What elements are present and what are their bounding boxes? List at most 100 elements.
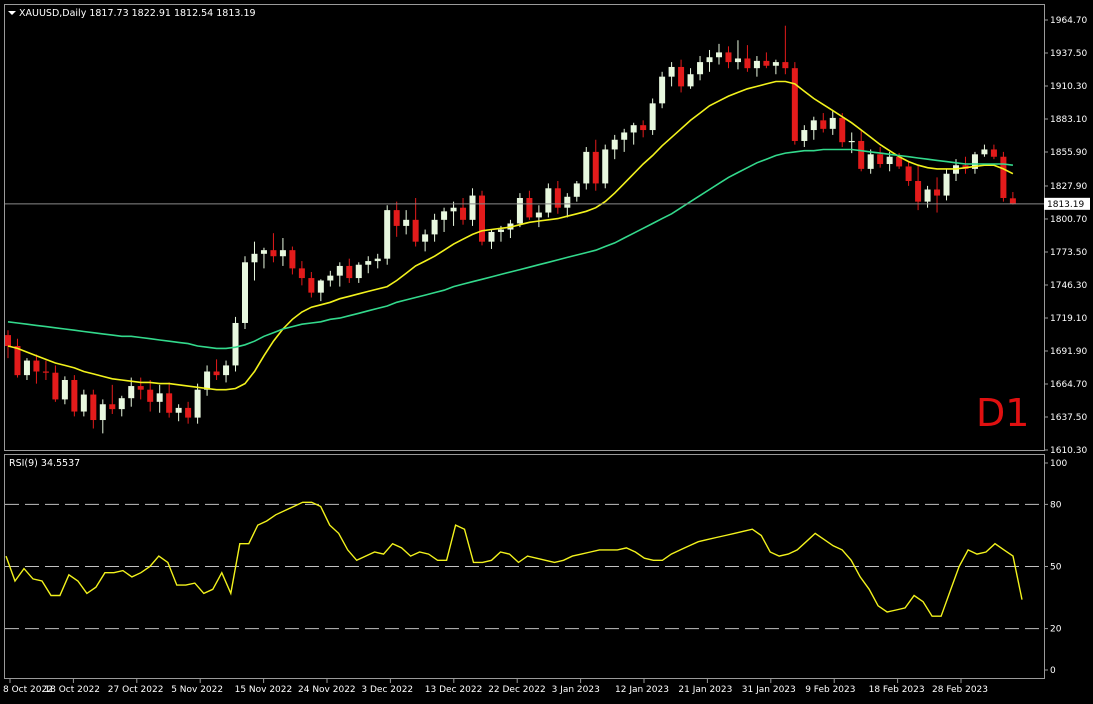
rsi-line-plot <box>5 501 1023 617</box>
bull-candle <box>469 195 476 220</box>
time-tick-label: 18 Oct 2022 <box>44 685 100 695</box>
bull-candle <box>336 265 343 276</box>
bull-candle <box>886 156 893 165</box>
bear-candle <box>137 386 144 390</box>
bull-candle <box>697 62 704 75</box>
bear-candle <box>725 52 732 63</box>
bull-candle <box>564 196 571 208</box>
bear-candle <box>990 149 997 157</box>
bull-candle <box>99 404 106 421</box>
bull-candle <box>242 262 248 323</box>
bull-candle <box>118 398 125 410</box>
bear-candle <box>934 189 941 196</box>
bull-candle <box>716 52 722 58</box>
bear-candle <box>460 207 467 220</box>
bear-candle <box>298 268 305 279</box>
bull-candle <box>545 188 552 213</box>
time-tick-label: 5 Nov 2022 <box>171 685 223 695</box>
bear-candle <box>526 197 533 218</box>
bear-candle <box>289 250 296 269</box>
bull-candle <box>706 57 713 63</box>
chart-window: 1964.70 1937.50 1910.30 1883.10 1855.90 1827.… <box>0 0 1093 700</box>
time-tick-label: 31 Jan 2023 <box>742 685 796 695</box>
price-tick-label: 1664.70 <box>1050 380 1087 390</box>
bull-candle <box>327 275 334 281</box>
slow-ma-line <box>7 148 1014 350</box>
bull-candle <box>649 103 656 131</box>
price-tick-label: 1800.70 <box>1050 215 1087 225</box>
rsi-level-lines <box>5 503 1044 630</box>
time-axis: 8 Oct 202218 Oct 2022 27 Oct 2022 5 Nov 20… <box>3 679 988 695</box>
bear-candle <box>52 372 59 400</box>
bull-candle <box>450 207 457 212</box>
current-price-label: 1813.19 <box>1047 200 1084 210</box>
price-tick-label: 1691.90 <box>1050 347 1087 357</box>
bear-candle <box>308 278 315 293</box>
time-tick-label: 3 Jan 2023 <box>552 685 600 695</box>
bull-candle <box>61 379 68 400</box>
price-tick-label: 1610.30 <box>1050 446 1087 456</box>
time-tick-label: 24 Nov 2022 <box>298 685 356 695</box>
rsi-axis: 100 80 50 20 0 <box>1044 459 1067 676</box>
price-tick-label: 1937.50 <box>1050 49 1087 59</box>
bear-candle <box>839 117 846 143</box>
bear-candle <box>782 62 789 69</box>
bull-candle <box>232 322 239 366</box>
bull-candle <box>23 360 30 376</box>
chart-svg: 1964.70 1937.50 1910.30 1883.10 1855.90 1827.… <box>3 4 1090 695</box>
time-tick-label: 28 Feb 2023 <box>932 685 988 695</box>
bear-candle <box>33 360 40 372</box>
bull-candle <box>772 62 779 66</box>
bear-candle <box>915 181 922 202</box>
bear-candle <box>270 250 277 257</box>
bull-candle <box>734 58 741 63</box>
bull-candle <box>611 139 618 150</box>
bull-candle <box>867 154 874 169</box>
bull-candle <box>573 183 580 197</box>
bull-candle <box>943 173 950 196</box>
bear-candle <box>71 379 78 412</box>
rsi-header: RSI(9) 34.5537 <box>9 458 80 469</box>
timeframe-label: D1 <box>976 391 1029 435</box>
bull-candle <box>497 229 504 232</box>
bull-candle <box>422 234 429 242</box>
bear-candle <box>213 371 220 376</box>
bull-candle <box>251 253 258 263</box>
bull-candle <box>810 120 817 131</box>
bull-candle <box>621 132 628 140</box>
bear-candle <box>905 166 912 182</box>
rsi-tick-label: 100 <box>1050 459 1067 469</box>
bear-candle <box>877 154 884 165</box>
price-tick-label: 1910.30 <box>1050 82 1087 92</box>
bull-candle <box>128 386 135 399</box>
candlestick-series <box>5 25 1016 434</box>
bull-candle <box>924 189 931 202</box>
rsi-tick-label: 20 <box>1050 625 1062 635</box>
price-tick-label: 1964.70 <box>1050 16 1087 26</box>
bull-candle <box>223 365 230 376</box>
dropdown-triangle-icon[interactable] <box>8 11 16 15</box>
bear-candle <box>820 120 827 129</box>
bull-candle <box>801 130 808 141</box>
bear-candle <box>346 265 353 279</box>
time-tick-label: 18 Feb 2023 <box>869 685 925 695</box>
bull-candle <box>355 264 362 279</box>
bear-candle <box>791 68 798 141</box>
bear-candle <box>1000 156 1007 198</box>
bull-candle <box>659 76 666 104</box>
time-tick-label: 13 Dec 2022 <box>425 685 483 695</box>
bull-candle <box>535 212 542 218</box>
bear-candle <box>412 219 419 242</box>
price-tick-label: 1827.90 <box>1050 182 1087 192</box>
bull-candle <box>317 280 324 293</box>
bull-candle <box>829 117 836 129</box>
rsi-tick-label: 0 <box>1050 666 1056 676</box>
bear-candle <box>42 371 49 373</box>
bull-candle <box>175 407 182 413</box>
bull-candle <box>848 140 855 143</box>
price-tick-label: 1637.50 <box>1050 413 1087 423</box>
bear-candle <box>166 393 173 413</box>
bull-candle <box>441 211 448 220</box>
bull-candle <box>516 197 523 224</box>
bear-candle <box>479 195 485 242</box>
